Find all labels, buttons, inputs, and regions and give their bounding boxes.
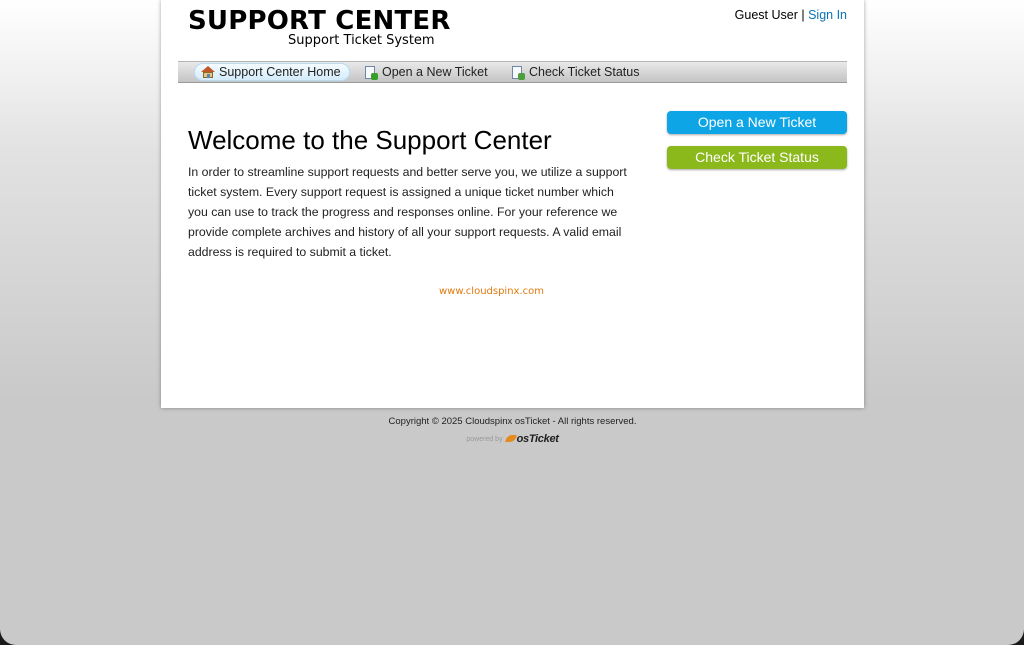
intro-text: In order to streamline support requests …	[188, 165, 627, 259]
copyright-text: Copyright © 2025 Cloudspinx osTicket - A…	[388, 416, 637, 427]
site-logo[interactable]: SUPPORT CENTER Support Ticket System	[188, 6, 450, 52]
nav-item-home[interactable]: Support Center Home	[194, 63, 350, 81]
window-corner-right	[992, 613, 1024, 645]
powered-by-label: powered by	[466, 435, 503, 443]
ticket-status-icon	[511, 66, 525, 80]
guest-user-label: Guest User	[734, 8, 798, 22]
check-ticket-status-button[interactable]: Check Ticket Status	[667, 146, 847, 169]
page-title: Welcome to the Support Center	[188, 125, 552, 155]
nav-item-check-status[interactable]: Check Ticket Status	[505, 64, 647, 81]
new-ticket-icon	[364, 66, 378, 80]
logo-title: SUPPORT CENTER	[188, 6, 451, 36]
kangaroo-icon	[504, 434, 517, 444]
logo-subtitle: Support Ticket System	[288, 33, 435, 48]
user-bar-separator: |	[801, 8, 805, 22]
osticket-brand-text: osTicket	[516, 433, 559, 445]
open-new-ticket-button[interactable]: Open a New Ticket	[667, 111, 847, 134]
home-icon	[201, 65, 215, 79]
nav-item-open-ticket-label: Open a New Ticket	[382, 65, 488, 79]
osticket-logo: osTicket	[504, 433, 559, 445]
nav-item-home-label: Support Center Home	[219, 64, 341, 79]
page-container: SUPPORT CENTER Support Ticket System Gue…	[161, 0, 864, 408]
user-bar: Guest User | Sign In	[735, 8, 847, 22]
footer: Copyright © 2025 Cloudspinx osTicket - A…	[161, 416, 864, 447]
main-nav: Support Center Home Open a New Ticket Ch…	[178, 61, 847, 83]
cloudspinx-link[interactable]: www.cloudspinx.com	[439, 286, 544, 297]
window-corner-left	[0, 613, 32, 645]
nav-item-open-ticket[interactable]: Open a New Ticket	[358, 64, 496, 81]
sign-in-link[interactable]: Sign In	[808, 8, 847, 22]
powered-by-osticket[interactable]: powered by osTicket	[161, 431, 864, 447]
nav-item-check-status-label: Check Ticket Status	[529, 65, 640, 79]
